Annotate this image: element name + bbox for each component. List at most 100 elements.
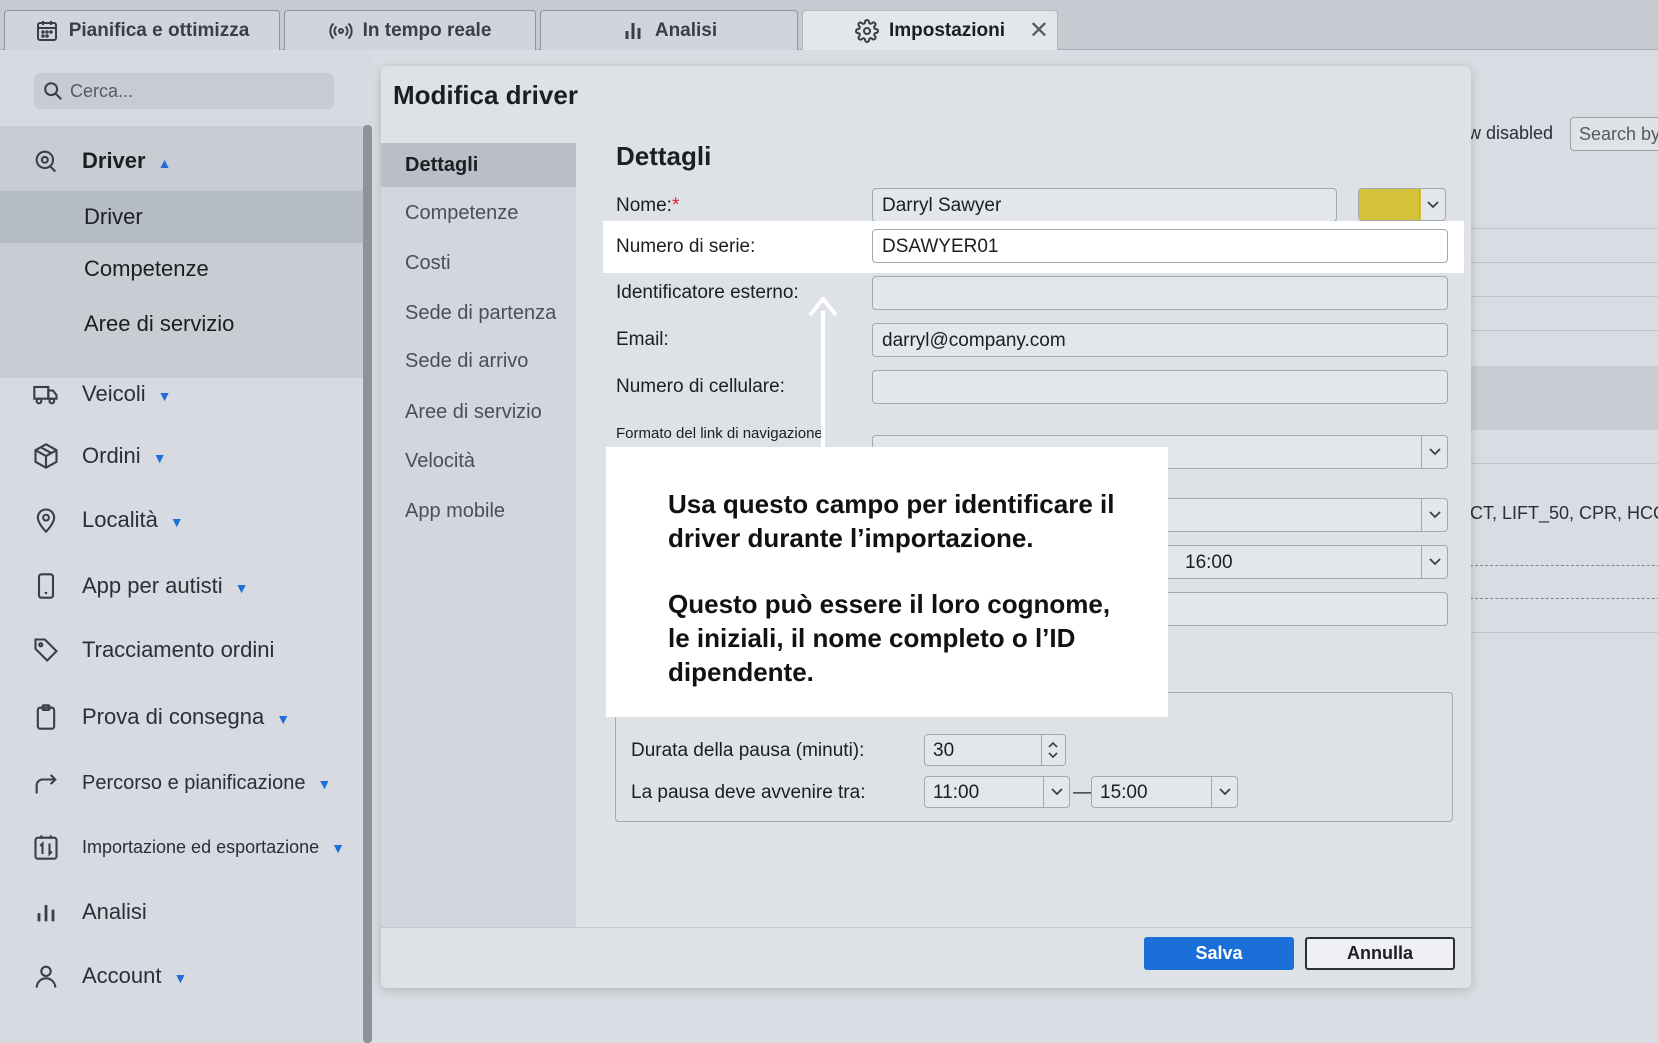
sidebar-item-ordini[interactable]: Ordini ▼ — [0, 431, 363, 481]
sidebar-item-label: App per autisti — [82, 573, 223, 598]
caret-down-icon: ▼ — [173, 970, 188, 986]
chevron-down-icon — [1421, 499, 1447, 531]
sidebar-item-veicoli[interactable]: Veicoli ▼ — [0, 369, 363, 419]
callout-text-1: Usa questo campo per identificare il dri… — [668, 489, 1115, 553]
bg-dashed-divider — [1470, 565, 1658, 566]
tab-label: In tempo reale — [362, 19, 492, 41]
external-id-field[interactable] — [872, 276, 1448, 310]
bg-row-divider — [1470, 330, 1658, 331]
color-picker[interactable] — [1358, 188, 1446, 221]
sidebar-item-import-export[interactable]: Importazione ed esportazione ▼ — [0, 822, 363, 872]
sidebar: Cerca... Driver ▲ Driver Competenze Aree … — [0, 51, 372, 1043]
serial-number-field[interactable]: DSAWYER01 — [872, 229, 1448, 263]
name-label: Nome:* — [616, 195, 680, 216]
caret-down-icon: ▼ — [234, 580, 249, 596]
sidebar-item-analisi[interactable]: Analisi — [0, 887, 363, 937]
tab-impostazioni[interactable]: Impostazioni ✕ — [802, 10, 1058, 50]
sidebar-item-driver[interactable]: Driver ▲ — [0, 136, 363, 186]
caret-down-icon: ▼ — [152, 450, 167, 466]
caret-down-icon: ▼ — [157, 388, 172, 404]
broadcast-icon — [328, 22, 353, 39]
search-placeholder: Cerca... — [70, 80, 134, 101]
sidebar-item-prova-consegna[interactable]: Prova di consegna ▼ — [0, 692, 363, 742]
caret-down-icon: ▼ — [317, 775, 332, 792]
dialog-nav-dettagli[interactable]: Dettagli — [381, 143, 576, 187]
truck-icon — [33, 385, 58, 405]
stepper-arrows-icon[interactable] — [1041, 735, 1065, 765]
bar-chart-icon — [625, 22, 641, 39]
mobile-field[interactable] — [872, 370, 1448, 404]
bg-disabled-text: w disabled — [1468, 123, 1554, 143]
clipboard-icon — [36, 704, 56, 730]
break-from-select[interactable]: 11:00 — [924, 776, 1070, 808]
nav-link-format-label: Formato del link di navigazione — [616, 425, 823, 442]
search-icon — [44, 82, 62, 100]
bg-dashed-divider — [1470, 598, 1658, 599]
sidebar-subitem-competenze[interactable]: Competenze — [0, 243, 363, 295]
bg-selected-row — [1470, 366, 1658, 430]
shift-end-value: 16:00 — [1185, 552, 1233, 573]
chevron-down-icon — [1043, 777, 1069, 807]
dialog-nav-sede-arrivo[interactable]: Sede di arrivo — [381, 339, 576, 383]
caret-down-icon: ▼ — [169, 514, 184, 530]
tab-analisi[interactable]: Analisi — [540, 10, 798, 50]
dialog-nav-velocita[interactable]: Velocità — [381, 439, 576, 483]
sidebar-item-label: Driver — [82, 148, 146, 173]
email-label: Email: — [616, 329, 669, 350]
dialog-footer-divider — [381, 927, 1471, 928]
required-marker: * — [671, 195, 680, 216]
sidebar-item-label: Veicoli — [82, 381, 146, 406]
user-icon — [35, 965, 57, 988]
sidebar-item-percorso[interactable]: Percorso e pianificazione ▼ — [0, 758, 363, 808]
cancel-button[interactable]: Annulla — [1305, 937, 1455, 970]
chevron-down-icon — [1211, 777, 1237, 807]
sidebar-scrollbar[interactable] — [363, 125, 372, 1043]
tag-icon — [34, 638, 58, 662]
caret-down-icon: ▼ — [331, 839, 346, 856]
hidden-input[interactable] — [1160, 592, 1448, 626]
sidebar-item-label: Località — [82, 507, 158, 532]
bg-search-input[interactable]: Search by — [1570, 117, 1658, 151]
sidebar-item-localita[interactable]: Località ▼ — [0, 495, 363, 545]
tab-label: Impostazioni — [888, 19, 1006, 41]
shift-end-select[interactable]: 16:00 — [1160, 545, 1448, 579]
serial-number-label: Numero di serie: — [616, 236, 756, 257]
route-arrow-icon — [35, 774, 57, 794]
break-from-value: 11:00 — [933, 782, 980, 803]
sidebar-subitem-driver[interactable]: Driver — [0, 191, 363, 243]
bg-row-divider — [1470, 262, 1658, 263]
callout-text-2: Questo può essere il loro cognome, le in… — [668, 589, 1111, 687]
dialog-nav-costi[interactable]: Costi — [381, 241, 576, 285]
sidebar-item-tracciamento[interactable]: Tracciamento ordini — [0, 625, 363, 675]
email-field[interactable]: darryl@company.com — [872, 323, 1448, 357]
sidebar-search[interactable]: Cerca... — [34, 73, 334, 109]
box-icon — [34, 443, 58, 469]
calendar-icon — [36, 20, 57, 41]
dialog-title: Modifica driver — [393, 80, 578, 110]
tab-pianifica[interactable]: Pianifica e ottimizza — [4, 10, 280, 50]
bg-skills-text: CT, LIFT_50, CPR, HCC — [1470, 503, 1658, 523]
hidden-select[interactable] — [1160, 498, 1448, 532]
close-tab-icon[interactable]: ✕ — [1029, 16, 1049, 45]
import-export-icon — [34, 835, 58, 860]
break-duration-stepper[interactable]: 30 — [924, 734, 1066, 766]
bar-chart-icon — [37, 905, 55, 922]
save-button[interactable]: Salva — [1144, 937, 1294, 970]
break-duration-value: 30 — [933, 740, 955, 761]
section-title: Dettagli — [616, 141, 712, 171]
bg-row-divider — [1470, 296, 1658, 297]
sidebar-item-label: Percorso e pianificazione — [82, 771, 306, 794]
tab-label: Analisi — [654, 19, 718, 41]
tab-tempo-reale[interactable]: In tempo reale — [284, 10, 536, 50]
dialog-nav-aree[interactable]: Aree di servizio — [381, 390, 576, 434]
dialog-nav-competenze[interactable]: Competenze — [381, 191, 576, 235]
sidebar-item-label: Tracciamento ordini — [82, 637, 275, 662]
name-field[interactable]: Darryl Sawyer — [872, 188, 1337, 222]
break-to-select[interactable]: 15:00 — [1091, 776, 1238, 808]
sidebar-item-app-autisti[interactable]: App per autisti ▼ — [0, 561, 363, 611]
top-tab-bar: Pianifica e ottimizza In tempo reale Ana… — [0, 0, 1658, 50]
dialog-nav-sede-partenza[interactable]: Sede di partenza — [381, 291, 576, 335]
sidebar-subitem-aree[interactable]: Aree di servizio — [0, 298, 363, 350]
dialog-nav-app-mobile[interactable]: App mobile — [381, 489, 576, 533]
sidebar-item-account[interactable]: Account ▼ — [0, 951, 363, 1001]
